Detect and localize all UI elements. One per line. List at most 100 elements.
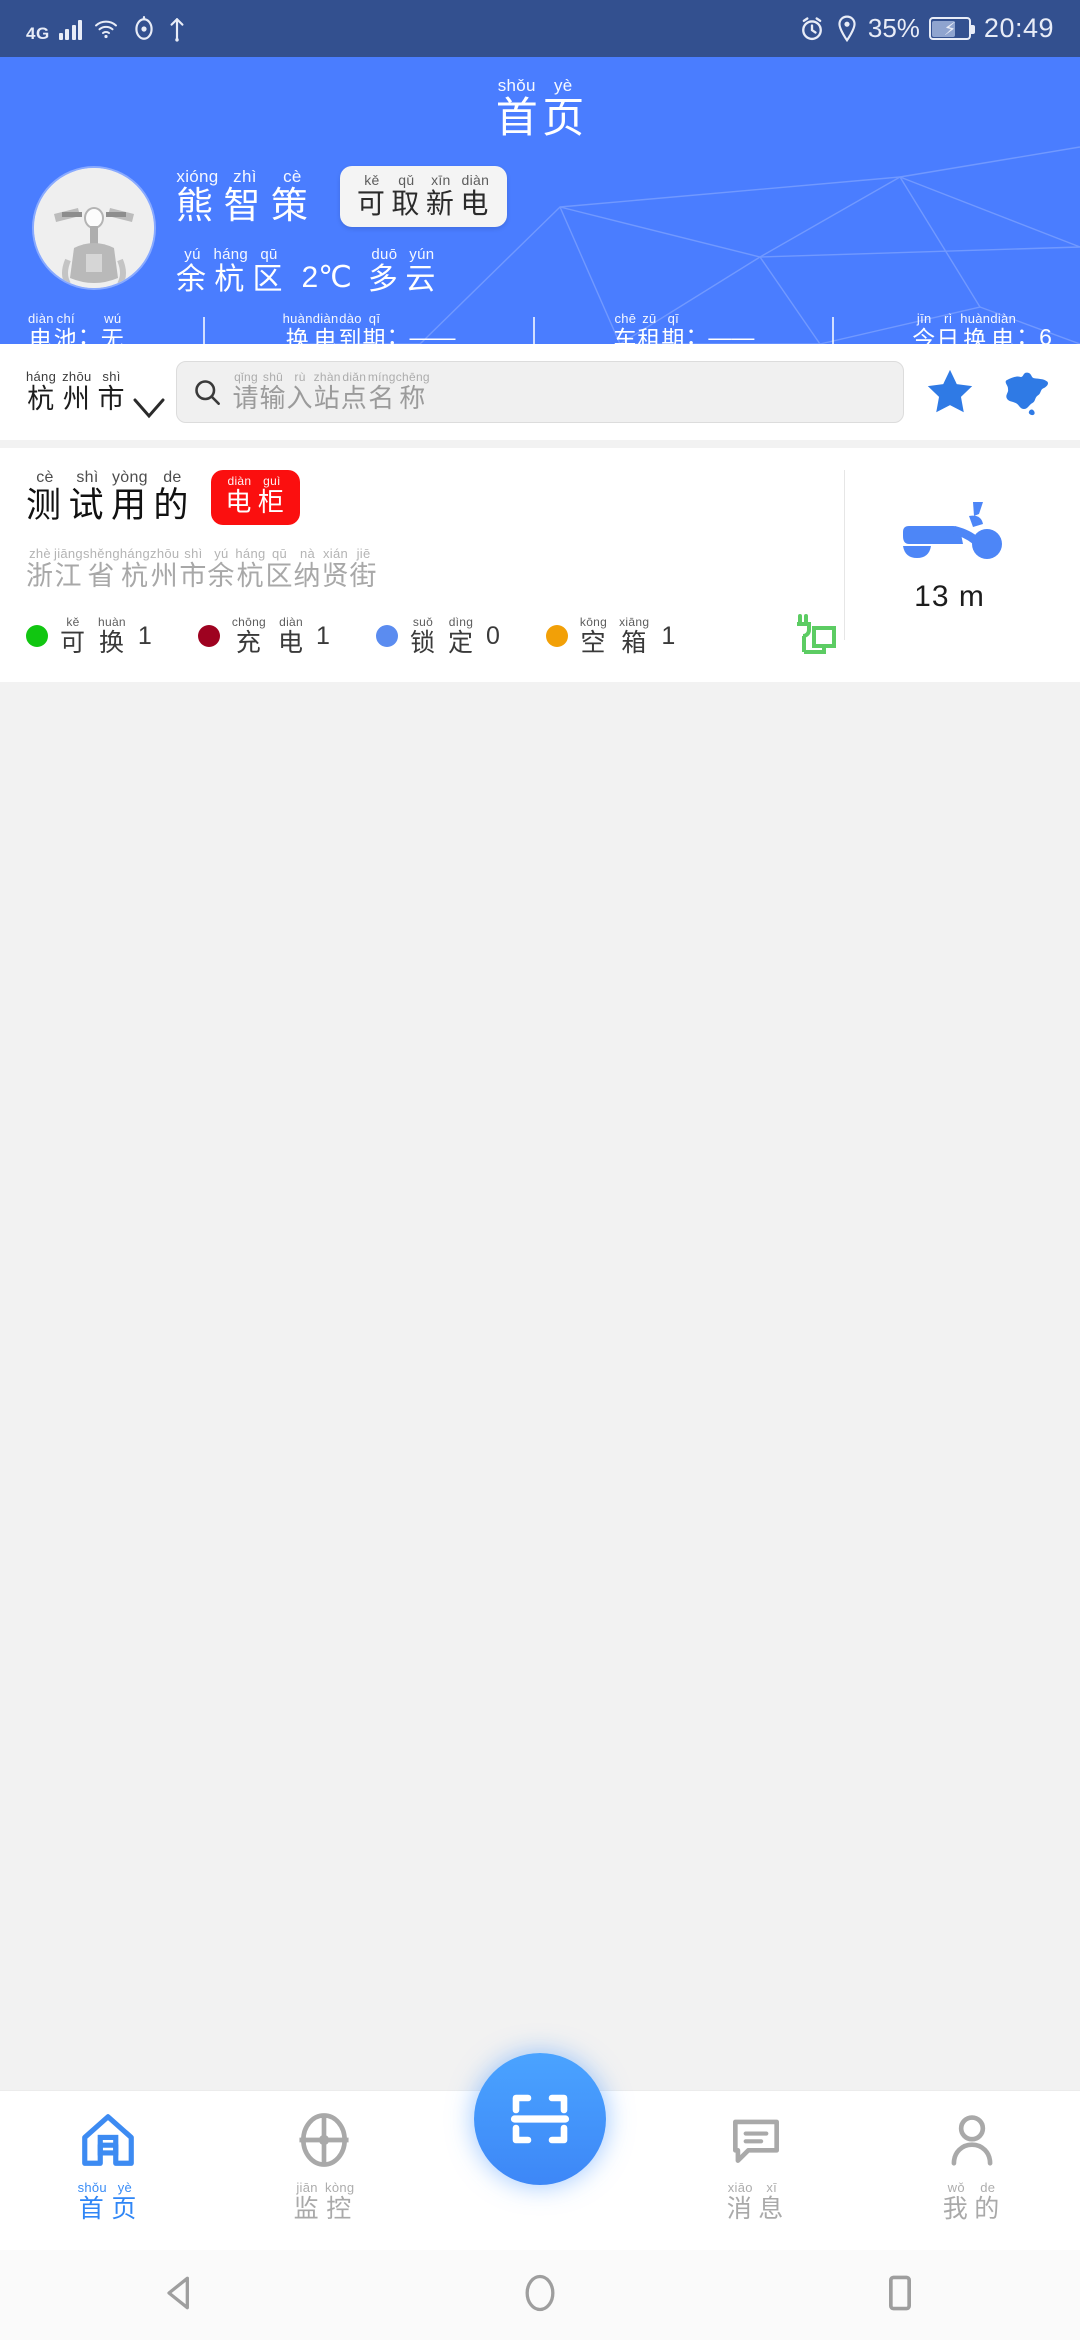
stat-rent-char-1: chē 车 — [613, 310, 638, 344]
stats-row: diàn 电 chí 池 ： wú 无 huàn 换 diàn 电 dào 到 qī 期 ： … — [0, 296, 1080, 344]
stat-today-value: 6 — [1039, 324, 1052, 344]
pickup-char-1: kě 可 — [356, 172, 387, 220]
page-title-char-2: yè 页 — [542, 76, 585, 141]
city-selector[interactable]: háng 杭 zhōu 州 shì 市 — [26, 369, 165, 418]
android-home-button[interactable] — [518, 2271, 562, 2320]
stat-swap-char-3: dào 到 — [338, 310, 363, 344]
station-distance-block: 13 m — [844, 470, 1054, 640]
city-char-2: zhōu 州 — [62, 369, 92, 415]
addr-char-11: xián 贤 — [321, 545, 350, 591]
nav-item-home[interactable]: shǒu 首 yè 页 — [0, 2091, 216, 2222]
addr-char-3: shěng 省 — [82, 545, 120, 591]
scan-button[interactable] — [474, 2053, 606, 2185]
profile-icon — [951, 2115, 993, 2166]
chip-locked-char-1: suǒ 锁 — [409, 615, 436, 658]
chip-charging: chōng 充 diàn 电 1 — [197, 615, 330, 658]
station-name-char-4: de 的 — [153, 469, 192, 525]
stat-today-char-2: rì 日 — [936, 310, 961, 344]
ph-char-4: zhàn 站 — [313, 370, 341, 414]
bottom-nav: shǒu 首 yè 页 jiān 监 kòng 控 xiāo 消 xī 息 wǒ… — [0, 2053, 1080, 2250]
android-navigation-bar — [0, 2250, 1080, 2340]
stats-divider-1 — [202, 316, 205, 344]
addr-char-1: zhè 浙 — [26, 545, 54, 591]
chip-available-char-2: huàn 换 — [98, 615, 126, 658]
chip-empty-char-2: xiāng 箱 — [619, 615, 650, 658]
chip-locked-count: 0 — [485, 621, 500, 650]
stat-swap-char-4: qī 期 — [362, 310, 387, 344]
chip-empty: kōng 空 xiāng 箱 1 — [545, 615, 675, 658]
chip-locked: suǒ 锁 dìng 定 0 — [375, 615, 500, 658]
status-badge: diàn 电 guì 柜 — [211, 470, 300, 525]
ph-char-3: rù 入 — [286, 370, 314, 414]
stat-battery-value: wú 无 — [100, 310, 125, 344]
pickup-char-4: diàn 电 — [460, 172, 491, 220]
search-input[interactable]: qǐng 请 shū 输 rù 入 zhàn 站 diǎn 点 míng 名 chēng 称 — [175, 361, 904, 423]
chip-available-count: 1 — [137, 621, 152, 650]
china-map-icon[interactable] — [996, 364, 1054, 420]
avatar[interactable] — [34, 168, 154, 289]
nav-message-label: xiāo 消 xī 息 — [727, 2181, 785, 2222]
monitor-icon — [299, 2113, 349, 2167]
addr-char-9: qū 区 — [265, 545, 294, 591]
app-header: shǒu 首 yè 页 xióng 熊 zhì 智 cè 策 kě 可 qǔ 取… — [0, 57, 1080, 344]
condition-char-1: duō 多 — [367, 246, 401, 297]
stat-rent-char-3: qī 期 — [661, 310, 686, 344]
stat-battery: diàn 电 chí 池 ： wú 无 — [28, 312, 125, 344]
district-char-2: háng 杭 — [213, 246, 249, 297]
stat-today-char-3: huàn 换 — [960, 310, 991, 344]
condition-char-2: yún 云 — [405, 246, 439, 297]
badge-char-1: diàn 电 — [225, 474, 254, 518]
page-title-char-1: shǒu 首 — [495, 76, 538, 141]
district-char-3: qū 区 — [252, 246, 286, 297]
android-back-button[interactable] — [158, 2271, 202, 2320]
search-bar: háng 杭 zhōu 州 shì 市 qǐng 请 shū 输 rù 入 zhàn 站 di… — [0, 344, 1080, 440]
addr-char-7: yú 余 — [207, 545, 236, 591]
star-icon[interactable] — [922, 364, 978, 420]
stat-rent-sep: ： — [685, 323, 709, 344]
nav-profile-char-2: de 的 — [974, 2180, 1002, 2223]
addr-char-8: háng 杭 — [235, 545, 266, 591]
stat-battery-sep: ： — [77, 323, 101, 344]
usb-icon — [170, 17, 184, 42]
station-status-chips: kě 可 huàn 换 1 chōng 充 diàn 电 1 suǒ 锁 dìng 定 0 — [26, 616, 794, 656]
scan-icon — [510, 2094, 570, 2144]
search-placeholder: qǐng 请 shū 输 rù 入 zhàn 站 diǎn 点 míng 名 chēng 称 — [233, 371, 430, 412]
home-icon — [82, 2114, 134, 2166]
chip-empty-char-1: kōng 空 — [579, 615, 608, 658]
pickup-new-battery-button[interactable]: kě 可 qǔ 取 xīn 新 diàn 电 — [339, 166, 508, 228]
weather-row: yú 余 háng 杭 qū 区 2℃ duō 多 yún 云 — [176, 247, 507, 296]
badge-char-2: guì 柜 — [257, 474, 286, 518]
nav-profile-char-1: wǒ 我 — [942, 2180, 970, 2223]
chip-empty-dot — [545, 625, 568, 648]
addr-char-4: háng 杭 — [119, 545, 151, 591]
android-recents-button[interactable] — [878, 2271, 922, 2320]
chip-charging-char-1: chōng 充 — [231, 615, 267, 658]
stat-today-char-1: jīn 今 — [912, 310, 937, 344]
ph-char-6: míng 名 — [367, 370, 396, 414]
distance-label: 13 m — [914, 580, 985, 613]
weather-condition: duō 多 yún 云 — [368, 247, 438, 296]
stats-divider-3 — [832, 316, 835, 344]
message-icon — [733, 2119, 779, 2163]
nav-item-monitor[interactable]: jiān 监 kòng 控 — [216, 2091, 432, 2222]
pickup-char-3: xīn 新 — [425, 172, 456, 220]
station-name-char-1: cè 测 — [26, 469, 65, 525]
stat-today-char-4: diàn 电 — [990, 310, 1017, 344]
stat-battery-char-1: diàn 电 — [28, 310, 54, 344]
battery-charging-icon: ⚡ — [928, 17, 975, 40]
location-icon — [838, 15, 856, 42]
back-triangle-icon — [167, 2276, 189, 2309]
scooter-avatar-icon — [34, 168, 154, 289]
weather-district: yú 余 háng 杭 qū 区 — [176, 247, 285, 296]
addr-char-12: jiē 街 — [349, 545, 378, 591]
station-address: zhè 浙 jiāng 江 shěng 省 háng 杭 zhōu 州 shì 市 yú 余 … — [26, 547, 794, 590]
station-card[interactable]: cè 测 shì 试 yòng 用 de 的 diàn 电 guì 柜 zhè 浙 jiāng… — [0, 448, 1080, 683]
profile-row: xióng 熊 zhì 智 cè 策 kě 可 qǔ 取 xīn 新 diàn … — [0, 140, 1080, 296]
nav-item-message[interactable]: xiāo 消 xī 息 — [648, 2091, 864, 2222]
addr-char-10: nà 纳 — [293, 545, 322, 591]
station-name-char-3: yòng 用 — [110, 469, 149, 525]
nav-item-profile[interactable]: wǒ 我 de 的 — [864, 2091, 1080, 2222]
page-title: shǒu 首 yè 页 — [0, 57, 1080, 140]
signal-icon — [58, 18, 83, 40]
search-icon — [194, 380, 220, 405]
